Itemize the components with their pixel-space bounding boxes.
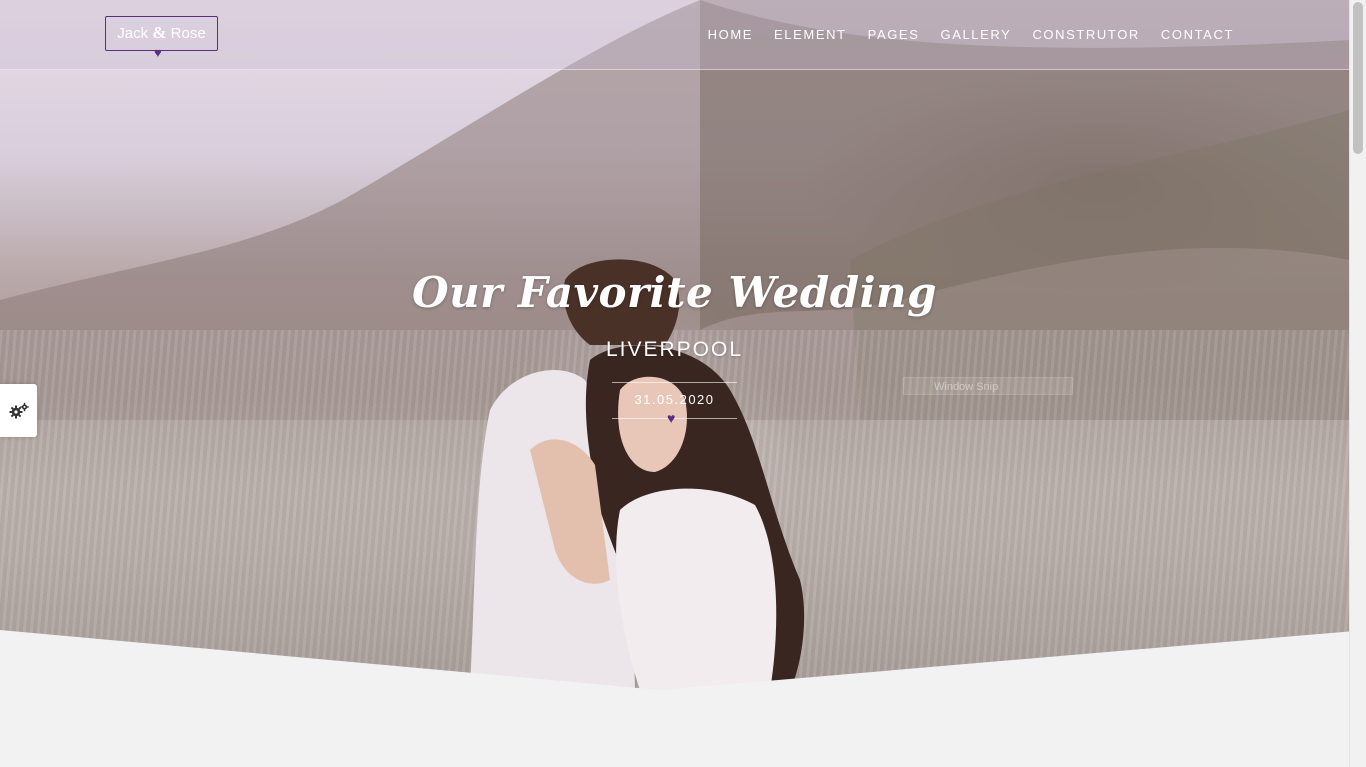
nav-gallery[interactable]: GALLERY [940,26,1011,44]
gears-icon [9,402,29,418]
logo-name-right: Rose [170,25,206,42]
hero-title: Our Favorite Wedding [412,268,937,317]
hero-date: 31.05.2020 [634,392,715,407]
window-snip-chip: Window Snip [903,377,1073,395]
logo-name-left: Jack [117,25,149,42]
site-header: Jack & Rose ♥ HOME ELEMENT PAGES GALLERY… [0,0,1349,70]
hero-subtitle: LIVERPOOL [605,338,744,361]
heart-icon: ♥ [154,45,162,60]
date-divider-top [612,382,737,383]
page: Jack & Rose ♥ HOME ELEMENT PAGES GALLERY… [0,0,1366,767]
hero-bottom-edge [0,630,1349,700]
main-nav: HOME ELEMENT PAGES GALLERY CONSTRUTOR CO… [708,26,1234,44]
nav-home[interactable]: HOME [708,26,753,44]
nav-contact[interactable]: CONTACT [1161,26,1234,44]
heart-icon: ♥ [667,410,676,426]
logo-ampersand: & [152,23,167,42]
scrollbar-thumb[interactable] [1353,2,1363,154]
scrollbar[interactable] [1349,0,1366,767]
nav-element[interactable]: ELEMENT [774,26,847,44]
nav-pages[interactable]: PAGES [868,26,920,44]
nav-construtor[interactable]: CONSTRUTOR [1032,26,1139,44]
settings-toggle[interactable] [0,384,37,437]
